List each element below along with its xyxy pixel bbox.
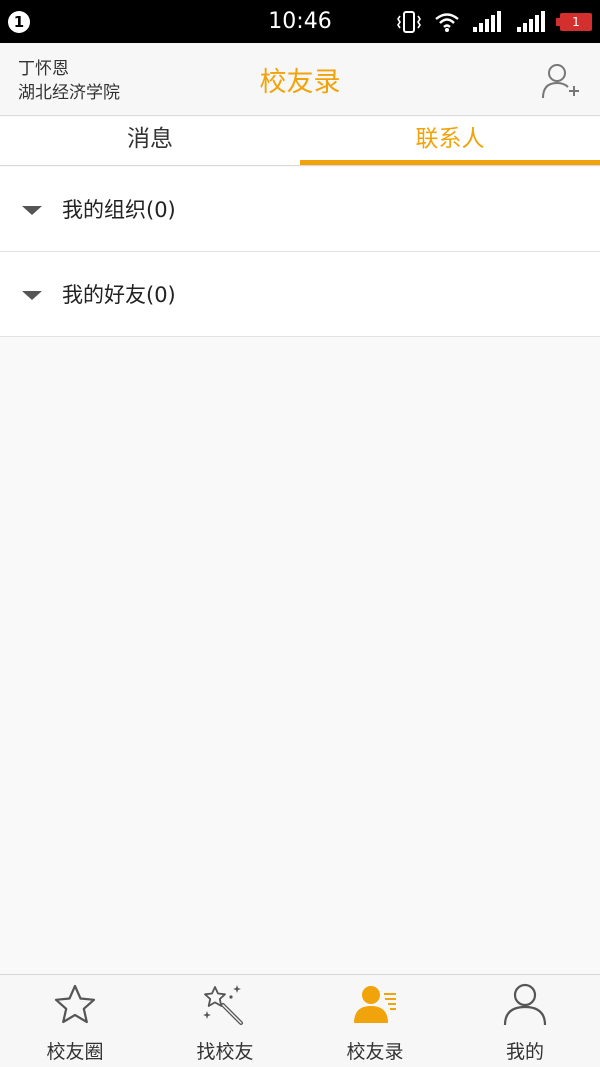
tab-contacts[interactable]: 联系人 xyxy=(300,117,600,165)
caret-down-icon xyxy=(22,291,42,300)
tab-bar: 消息 联系人 xyxy=(0,117,600,166)
group-row-friends[interactable]: 我的好友(0) xyxy=(0,252,600,337)
status-icons: 1 xyxy=(396,10,592,34)
contact-group-list: 我的组织(0) 我的好友(0) xyxy=(0,167,600,337)
star-icon xyxy=(54,984,96,1024)
nav-item-alumni-directory[interactable]: 校友录 xyxy=(300,975,450,1067)
group-label: 我的好友(0) xyxy=(62,283,176,307)
nav-item-find-alumni[interactable]: 找校友 xyxy=(150,975,300,1067)
group-label: 我的组织(0) xyxy=(62,198,176,222)
vibrate-icon xyxy=(397,10,421,33)
nav-label: 校友录 xyxy=(346,1041,404,1063)
nav-label: 我的 xyxy=(505,1041,544,1063)
wifi-icon xyxy=(435,12,459,32)
add-contact-icon[interactable] xyxy=(540,61,580,101)
bottom-nav: 校友圈 找校友 校友录 我的 xyxy=(0,974,600,1067)
battery-icon: 1 xyxy=(556,12,592,31)
group-row-organizations[interactable]: 我的组织(0) xyxy=(0,167,600,252)
app-header: 丁怀恩 湖北经济学院 校友录 xyxy=(0,43,600,116)
page-title: 校友录 xyxy=(259,67,341,98)
signal-2-icon xyxy=(517,10,545,32)
contacts-icon xyxy=(354,986,396,1023)
status-bar: 1 10:46 1 xyxy=(0,0,600,43)
nav-item-alumni-circle[interactable]: 校友圈 xyxy=(0,975,150,1067)
signal-1-icon xyxy=(473,10,501,32)
nav-label: 找校友 xyxy=(196,1041,254,1063)
person-icon xyxy=(503,983,547,1026)
tab-messages[interactable]: 消息 xyxy=(0,117,300,165)
notification-badge: 1 xyxy=(8,10,30,33)
caret-down-icon xyxy=(22,206,42,215)
nav-label: 校友圈 xyxy=(46,1041,104,1063)
nav-item-me[interactable]: 我的 xyxy=(450,975,600,1067)
magic-wand-icon xyxy=(203,985,243,1025)
